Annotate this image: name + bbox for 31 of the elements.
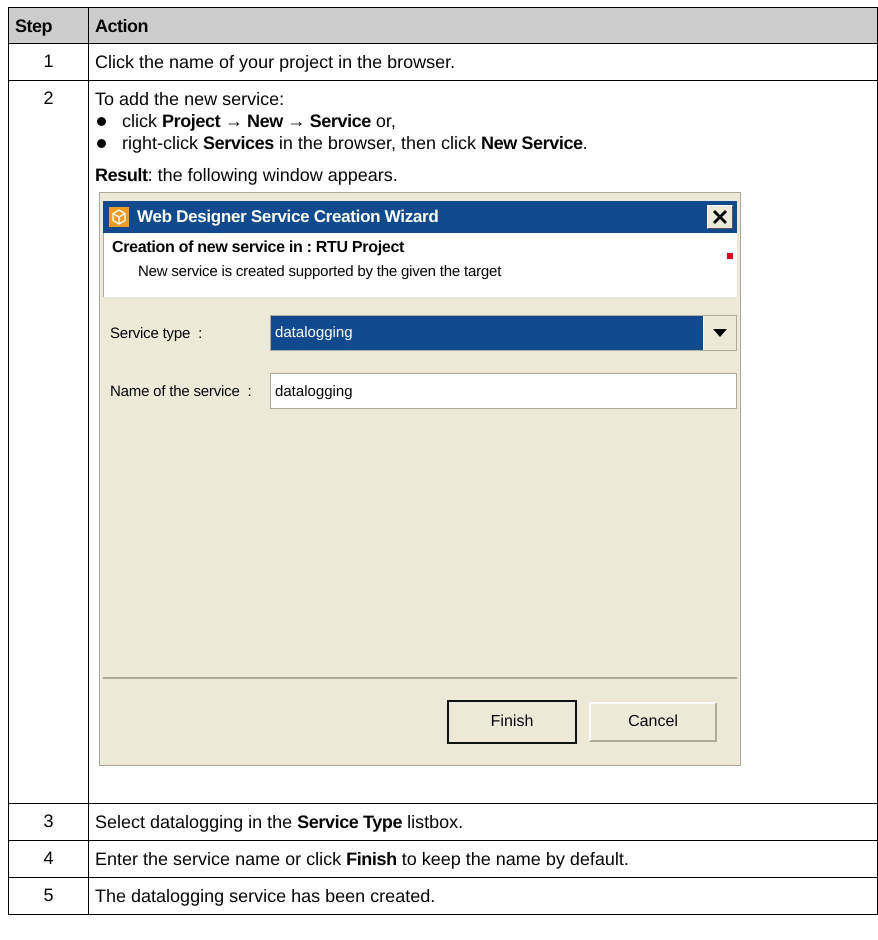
step-number: 5	[8, 878, 88, 914]
instruction-text: Result: the following window appears.	[95, 164, 399, 186]
step-number: 4	[8, 840, 88, 878]
column-header: Action	[88, 8, 878, 44]
service-type-dropdown[interactable]: datalogging	[270, 315, 737, 351]
instruction-text: The datalogging service has been created.	[95, 885, 436, 907]
service-name-field[interactable]: datalogging	[270, 373, 737, 409]
step-number: 1	[8, 44, 88, 80]
instruction-text: To add the new service:	[95, 88, 286, 110]
instruction-text: Enter the service name or click Finish to keep the name by default.	[95, 848, 630, 870]
bullet-text: right-click Services in the browser, then click New Service.	[122, 132, 588, 154]
dialog-title: Web Designer Service Creation Wizard	[137, 207, 440, 227]
dropdown-caret-icon	[713, 329, 727, 337]
cube-icon	[109, 207, 129, 227]
instruction-text: Click the name of your project in the browser.	[95, 51, 456, 73]
header-subtitle: New service is created supported by the given the target	[138, 263, 502, 280]
instruction-text: Select datalogging in the Service Type listbox.	[95, 811, 464, 833]
close-icon	[712, 209, 728, 225]
field-label: Service type :	[110, 324, 204, 342]
status-marker-icon	[727, 253, 733, 259]
dialog-button[interactable]: Finish	[447, 700, 577, 744]
step-number: 2	[8, 80, 88, 804]
bullet-icon	[97, 116, 106, 126]
step-number: 3	[8, 804, 88, 840]
field-label: Name of the service :	[110, 382, 252, 400]
bullet-icon	[97, 138, 106, 148]
header-title: Creation of new service in : RTU Project	[112, 239, 406, 257]
close-button[interactable]	[707, 205, 733, 229]
bullet-text: click Project → New → Service or,	[122, 110, 396, 132]
dialog-button[interactable]: Cancel	[589, 702, 717, 742]
column-header: Step	[8, 8, 88, 44]
